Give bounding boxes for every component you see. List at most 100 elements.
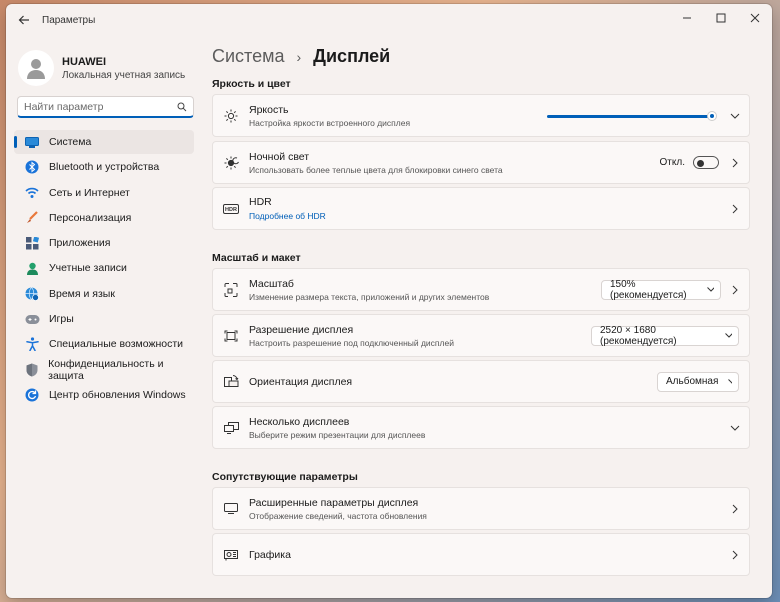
person-icon	[24, 260, 40, 276]
sidebar-item-privacy[interactable]: Конфиденциальность и защита	[14, 358, 194, 382]
sidebar-item-bluetooth[interactable]: Bluetooth и устройства	[14, 155, 194, 179]
sidebar-nav: Система Bluetooth и устройства Сеть и Ин…	[14, 130, 194, 408]
sidebar: HUAWEI Локальная учетная запись Найти па…	[6, 36, 202, 598]
brightness-slider-thumb[interactable]	[707, 110, 717, 121]
sidebar-item-label: Игры	[49, 313, 74, 326]
brightness-subtitle: Настройка яркости встроенного дисплея	[249, 117, 411, 128]
sidebar-item-accessibility[interactable]: Специальные возможности	[14, 332, 194, 356]
maximize-button[interactable]	[704, 4, 738, 32]
search-input[interactable]: Найти параметр	[17, 96, 194, 118]
sidebar-item-time-language[interactable]: Время и язык	[14, 282, 194, 306]
night-light-state: Откл.	[659, 157, 685, 168]
search-icon	[177, 102, 187, 111]
close-button[interactable]	[738, 4, 772, 32]
sidebar-item-label: Время и язык	[49, 287, 115, 300]
section-title-scale: Масштаб и макет	[212, 252, 301, 264]
profile[interactable]: HUAWEI Локальная учетная запись	[6, 36, 202, 90]
globe-clock-icon	[24, 286, 40, 302]
sidebar-item-accounts[interactable]: Учетные записи	[14, 256, 194, 280]
close-icon	[750, 13, 760, 23]
chevron-right-icon[interactable]	[721, 158, 749, 168]
sidebar-item-label: Центр обновления Windows	[49, 388, 186, 401]
advanced-display-card[interactable]: Расширенные параметры дисплея Отображени…	[212, 487, 750, 530]
orientation-card: Ориентация дисплея Альбомная	[212, 360, 750, 403]
sidebar-item-network[interactable]: Сеть и Интернет	[14, 181, 194, 205]
sidebar-item-label: Персонализация	[49, 211, 132, 224]
person-icon	[27, 59, 45, 79]
breadcrumb-separator: ›	[296, 48, 302, 65]
bluetooth-icon	[24, 159, 40, 175]
sidebar-item-label: Bluetooth и устройства	[49, 161, 160, 174]
graphics-title: Графика	[249, 548, 291, 561]
sidebar-item-apps[interactable]: Приложения	[14, 231, 194, 255]
orientation-dropdown[interactable]: Альбомная	[657, 371, 739, 392]
advanced-display-title: Расширенные параметры дисплея	[249, 496, 419, 509]
night-light-card[interactable]: Ночной свет Использовать более теплые цв…	[212, 141, 750, 184]
gamepad-icon	[24, 311, 40, 327]
brightness-slider[interactable]	[547, 110, 717, 122]
title-bar: Параметры	[6, 4, 772, 36]
update-icon	[24, 387, 40, 403]
resolution-dropdown-value: 2520 × 1680 (рекомендуется)	[600, 324, 677, 347]
chevron-down-icon	[728, 379, 732, 384]
brightness-card[interactable]: Яркость Настройка яркости встроенного ди…	[212, 94, 750, 137]
night-light-toggle[interactable]	[693, 156, 719, 169]
profile-name: HUAWEI	[62, 55, 106, 68]
settings-window: Параметры HUAWEI Локальная учетная запис…	[6, 4, 772, 598]
section-title-related: Сопутствующие параметры	[212, 471, 358, 483]
hdr-learn-more-link[interactable]: Подробнее об HDR	[249, 211, 721, 221]
system-icon	[24, 134, 40, 150]
multiple-displays-title: Несколько дисплеев	[249, 415, 350, 428]
chevron-down-icon[interactable]	[721, 425, 749, 431]
graphics-card[interactable]: Графика	[212, 533, 750, 576]
night-light-icon	[213, 156, 249, 170]
hdr-title: HDR	[249, 196, 272, 208]
advanced-display-subtitle: Отображение сведений, частота обновления	[249, 510, 427, 521]
resolution-subtitle: Настроить разрешение под подключенный ди…	[249, 337, 454, 348]
sidebar-item-personalization[interactable]: Персонализация	[14, 206, 194, 230]
scale-dropdown-value: 150% (рекомендуется)	[610, 278, 687, 301]
resolution-card: Разрешение дисплея Настроить разрешение …	[212, 314, 750, 357]
minimize-button[interactable]	[670, 4, 704, 32]
night-light-title: Ночной свет	[249, 150, 310, 163]
resolution-dropdown[interactable]: 2520 × 1680 (рекомендуется)	[591, 324, 739, 347]
sidebar-item-label: Сеть и Интернет	[49, 186, 130, 199]
back-button[interactable]	[8, 4, 40, 36]
accessibility-icon	[24, 336, 40, 352]
hdr-icon: HDR	[213, 203, 249, 214]
chevron-right-icon[interactable]	[721, 504, 749, 514]
hdr-card[interactable]: HDR HDR Подробнее об HDR	[212, 187, 750, 230]
sidebar-item-windows-update[interactable]: Центр обновления Windows	[14, 383, 194, 407]
profile-account-type: Локальная учетная запись	[62, 69, 186, 81]
orientation-dropdown-value: Альбомная	[666, 376, 719, 387]
wifi-icon	[24, 185, 40, 201]
chevron-down-icon[interactable]	[721, 113, 749, 119]
chevron-down-icon	[725, 333, 732, 338]
arrow-left-icon	[18, 15, 29, 25]
sidebar-item-gaming[interactable]: Игры	[14, 307, 194, 331]
sun-icon	[213, 109, 249, 123]
page-title: Дисплей	[313, 46, 391, 66]
multiple-displays-icon	[213, 421, 249, 434]
chevron-down-icon	[707, 287, 714, 292]
multiple-displays-subtitle: Выберите режим презентации для дисплеев	[249, 429, 426, 440]
chevron-right-icon[interactable]	[721, 285, 749, 295]
avatar	[18, 50, 54, 86]
scale-card[interactable]: Масштаб Изменение размера текста, прилож…	[212, 268, 750, 311]
sidebar-item-label: Конфиденциальность и защита	[48, 357, 164, 382]
apps-icon	[24, 235, 40, 251]
shield-icon	[24, 362, 39, 378]
section-title-brightness: Яркость и цвет	[212, 78, 291, 90]
scale-dropdown[interactable]: 150% (рекомендуется)	[601, 278, 721, 301]
brush-icon	[24, 210, 40, 226]
chevron-right-icon[interactable]	[721, 204, 749, 214]
multiple-displays-card[interactable]: Несколько дисплеев Выберите режим презен…	[212, 406, 750, 449]
sidebar-item-system[interactable]: Система	[14, 130, 194, 154]
svg-text:HDR: HDR	[225, 207, 237, 213]
resolution-icon	[213, 330, 249, 342]
graphics-card-icon	[213, 549, 249, 561]
resolution-title: Разрешение дисплея	[249, 323, 354, 336]
breadcrumb-parent[interactable]: Система	[212, 46, 285, 67]
chevron-right-icon[interactable]	[721, 550, 749, 560]
brightness-title: Яркость	[249, 103, 289, 116]
